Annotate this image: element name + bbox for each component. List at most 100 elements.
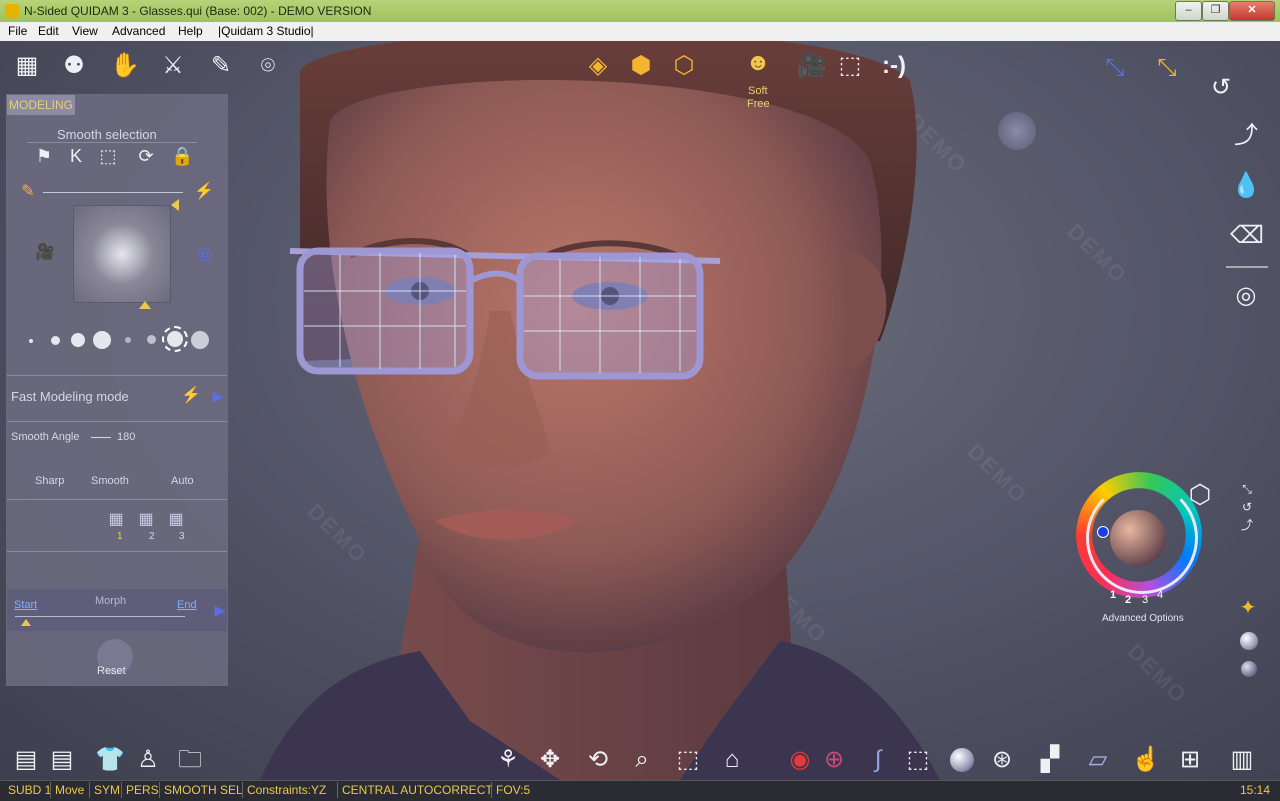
map-icon[interactable]: ▱ bbox=[1082, 744, 1114, 776]
pose-icon[interactable]: ⚔ bbox=[156, 50, 190, 84]
morph-expand-arrow-icon[interactable]: ▶ bbox=[213, 599, 227, 621]
morph-slider-handle-icon[interactable] bbox=[21, 619, 31, 626]
selection-tool-2-icon[interactable]: K bbox=[65, 145, 87, 167]
cube-export-icon[interactable]: ⬚ bbox=[834, 50, 866, 82]
video-camera-icon[interactable]: 🎥 bbox=[796, 50, 828, 82]
falloff-preview[interactable] bbox=[73, 205, 171, 303]
restore-button[interactable]: ❐ bbox=[1202, 1, 1229, 21]
expand-arrow-icon[interactable]: ▶ bbox=[211, 385, 225, 407]
scale-arrow-icon[interactable]: ⤡ bbox=[1098, 52, 1132, 86]
film-icon[interactable]: ▥ bbox=[1226, 744, 1258, 776]
lightning-icon[interactable]: ⚡ bbox=[193, 181, 215, 203]
light-number-3[interactable]: 3 bbox=[1142, 594, 1148, 606]
menu-file[interactable]: File bbox=[8, 24, 27, 38]
brush-size-selected[interactable] bbox=[162, 326, 188, 352]
reset-label[interactable]: Reset bbox=[97, 665, 126, 677]
chart-icon[interactable]: ⤴ bbox=[1230, 120, 1262, 152]
minimize-button[interactable]: – bbox=[1175, 1, 1202, 21]
brush-size-option[interactable] bbox=[147, 335, 156, 344]
pose-tool-icon[interactable]: ⚘ bbox=[492, 744, 524, 776]
fast-modeling-lightning-icon[interactable]: ⚡ bbox=[181, 385, 201, 407]
notes-2-icon[interactable]: ▤ bbox=[46, 744, 78, 776]
select-object-icon[interactable]: ⬡ bbox=[668, 50, 700, 82]
box-icon[interactable]: ⬚ bbox=[902, 744, 934, 776]
menu-view[interactable]: View bbox=[72, 24, 98, 38]
folder-icon[interactable]: 🗀 bbox=[174, 744, 206, 776]
wire-sphere-icon[interactable]: ⊕ bbox=[818, 744, 850, 776]
chart-small-icon[interactable]: ⤴ bbox=[1238, 516, 1256, 534]
light-sphere-preview[interactable] bbox=[1110, 510, 1166, 566]
brush-small-icon[interactable]: ✎ bbox=[17, 181, 39, 203]
move-arrow-icon[interactable]: ⤡ bbox=[1150, 52, 1184, 86]
subdiv-1-icon[interactable]: ▦ bbox=[105, 509, 127, 531]
menu-quidam-studio[interactable]: |Quidam 3 Studio| bbox=[218, 24, 314, 38]
curve-icon[interactable]: ∫ bbox=[862, 744, 894, 776]
target-icon[interactable]: ◎ bbox=[193, 241, 217, 265]
light-number-4[interactable]: 4 bbox=[1157, 589, 1163, 601]
menu-help[interactable]: Help bbox=[178, 24, 203, 38]
rect-select-icon[interactable]: ⬚ bbox=[97, 145, 119, 167]
rotate-small-icon[interactable]: ↺ bbox=[1238, 498, 1256, 516]
soft-free-icon[interactable]: ☻ bbox=[742, 47, 774, 79]
light-number-2[interactable]: 2 bbox=[1125, 594, 1131, 606]
close-button[interactable]: ✕ bbox=[1229, 1, 1275, 21]
smooth-angle-value[interactable]: 180 bbox=[117, 431, 135, 443]
brush-size-option[interactable] bbox=[71, 333, 85, 347]
drop-icon[interactable]: 💧 bbox=[1230, 170, 1262, 202]
rotate-icon[interactable]: ↺ bbox=[1204, 72, 1238, 106]
move-tool-icon[interactable]: ✥ bbox=[534, 744, 566, 776]
grid-mode-icon[interactable]: ▦ bbox=[10, 50, 44, 84]
eraser-icon[interactable]: ⌫ bbox=[1230, 220, 1264, 252]
material-sphere-1-icon[interactable] bbox=[1240, 632, 1258, 650]
refresh-select-icon[interactable]: ⟳ bbox=[135, 145, 157, 167]
advanced-options-link[interactable]: Advanced Options bbox=[1102, 613, 1184, 624]
checker-icon[interactable]: ▞ bbox=[1034, 744, 1066, 776]
select-face-icon[interactable]: ⬢ bbox=[625, 50, 657, 82]
orientation-gizmo[interactable] bbox=[998, 112, 1036, 150]
resize-small-icon[interactable]: ⤡ bbox=[1238, 480, 1256, 498]
falloff-handle-icon[interactable] bbox=[171, 199, 179, 211]
morph-slider[interactable] bbox=[15, 616, 185, 617]
add-mesh-icon[interactable]: ⊞ bbox=[1170, 744, 1210, 776]
camera-view-icon[interactable]: 🎥 bbox=[33, 241, 57, 265]
subdiv-3-icon[interactable]: ▦ bbox=[165, 509, 187, 531]
brush-size-option[interactable] bbox=[51, 336, 60, 345]
falloff-slider[interactable] bbox=[43, 192, 183, 193]
falloff-handle-icon[interactable] bbox=[139, 301, 151, 309]
material-sphere-2-icon[interactable] bbox=[1241, 661, 1257, 677]
menu-advanced[interactable]: Advanced bbox=[112, 24, 165, 38]
mesh-sphere-icon[interactable]: ⊛ bbox=[986, 744, 1018, 776]
camera-icon[interactable]: ⌾ bbox=[251, 50, 285, 84]
light-number-1[interactable]: 1 bbox=[1110, 589, 1116, 601]
shaded-sphere-icon[interactable] bbox=[950, 748, 974, 772]
smooth-option[interactable]: Smooth bbox=[91, 475, 129, 487]
frame-select-icon[interactable]: ⬚ bbox=[672, 744, 704, 776]
smooth-tool-icon[interactable]: ◎ bbox=[1230, 280, 1262, 312]
figure-icon[interactable]: ♙ bbox=[132, 744, 164, 776]
visibility-icon[interactable]: ◉ bbox=[784, 744, 816, 776]
selection-tool-1-icon[interactable]: ⚑ bbox=[33, 145, 55, 167]
notes-icon[interactable]: ▤ bbox=[10, 744, 42, 776]
home-view-icon[interactable]: ⌂ bbox=[716, 744, 748, 776]
expression-icon[interactable]: :-) bbox=[875, 50, 913, 82]
hand-tool-icon[interactable]: ☝ bbox=[1130, 744, 1162, 776]
spotlight-icon[interactable]: ✦ bbox=[1234, 594, 1262, 622]
select-vertex-icon[interactable]: ◈ bbox=[582, 50, 614, 82]
menu-edit[interactable]: Edit bbox=[38, 24, 59, 38]
clothes-icon[interactable]: 👕 bbox=[94, 744, 126, 776]
brush-size-option[interactable] bbox=[93, 331, 111, 349]
subdiv-2-icon[interactable]: ▦ bbox=[135, 509, 157, 531]
paint-icon[interactable]: ✎ bbox=[204, 50, 238, 84]
zoom-icon[interactable]: ⌕ bbox=[626, 744, 658, 776]
brush-size-option[interactable] bbox=[29, 339, 33, 343]
morph-end-link[interactable]: End bbox=[177, 599, 197, 611]
brush-size-option[interactable] bbox=[125, 337, 131, 343]
auto-option[interactable]: Auto bbox=[171, 475, 194, 487]
brush-size-option[interactable] bbox=[191, 331, 209, 349]
morph-start-link[interactable]: Start bbox=[14, 599, 37, 611]
head-preview-icon[interactable]: ⬡ bbox=[1182, 476, 1218, 512]
rotate-tool-icon[interactable]: ⟲ bbox=[582, 744, 614, 776]
body-proportion-icon[interactable]: ⚉ bbox=[57, 50, 91, 84]
sharp-option[interactable]: Sharp bbox=[35, 475, 64, 487]
light-handle[interactable] bbox=[1097, 526, 1109, 538]
